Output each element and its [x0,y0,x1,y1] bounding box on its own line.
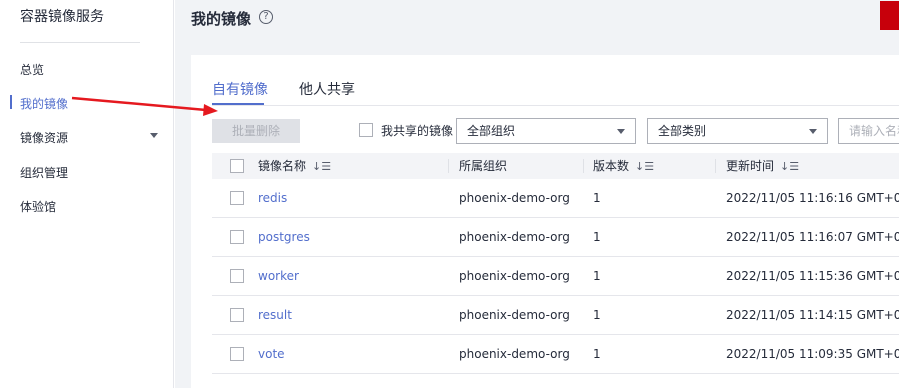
help-icon[interactable]: ? [259,10,273,24]
column-separator [583,159,584,173]
image-updated: 2022/11/05 11:16:16 GMT+08:00 [726,191,899,205]
page-header: 我的镜像 ? [175,0,899,36]
image-name-link[interactable]: redis [258,179,287,217]
chevron-down-icon[interactable] [150,133,158,138]
sidebar: 容器镜像服务 总览 我的镜像 镜像资源 组织管理 体验馆 [0,0,174,388]
tab-own-images[interactable]: 自有镜像 [212,79,268,99]
sidebar-item-my-images[interactable]: 我的镜像 [20,95,68,112]
create-button[interactable] [880,1,899,30]
image-versions: 1 [593,269,601,283]
column-header-name[interactable]: 镜像名称 ↓☰ [258,153,331,179]
image-name-link[interactable]: worker [258,257,299,295]
tab-shared-by-others[interactable]: 他人共享 [299,79,355,99]
sidebar-item-org-management[interactable]: 组织管理 [20,164,68,181]
active-tab-underline [212,103,264,105]
content-card: 自有镜像 他人共享 批量删除 我共享的镜像 全部组织 全部类别 请输入名称 镜像… [191,55,899,388]
image-updated: 2022/11/05 11:09:35 GMT+08:00 [726,347,899,361]
chevron-down-icon [617,129,625,134]
sidebar-item-overview[interactable]: 总览 [20,61,44,78]
table-row: postgres phoenix-demo-org 1 2022/11/05 1… [212,218,899,257]
image-updated: 2022/11/05 11:14:15 GMT+08:00 [726,308,899,322]
column-separator [448,159,449,173]
row-checkbox[interactable] [230,230,244,244]
column-header-org: 所属组织 [459,159,508,173]
type-select-value: 全部类别 [658,124,707,138]
image-name-link[interactable]: postgres [258,218,310,256]
table-row: result phoenix-demo-org 1 2022/11/05 11:… [212,296,899,335]
my-shared-checkbox[interactable] [359,123,373,137]
image-updated: 2022/11/05 11:16:07 GMT+08:00 [726,230,899,244]
row-checkbox[interactable] [230,269,244,283]
chevron-down-icon [809,129,817,134]
image-org: phoenix-demo-org [459,308,570,322]
search-input[interactable]: 请输入名称 [838,118,899,144]
sidebar-item-experience-hall[interactable]: 体验馆 [20,198,56,215]
table-row: worker phoenix-demo-org 1 2022/11/05 11:… [212,257,899,296]
image-versions: 1 [593,191,601,205]
my-shared-label: 我共享的镜像 [381,124,454,138]
image-org: phoenix-demo-org [459,230,570,244]
image-org: phoenix-demo-org [459,269,570,283]
column-header-versions[interactable]: 版本数 ↓☰ [593,153,654,179]
service-title: 容器镜像服务 [20,9,104,25]
row-checkbox[interactable] [230,347,244,361]
select-all-checkbox[interactable] [230,159,244,173]
sidebar-divider [20,42,140,43]
type-select[interactable]: 全部类别 [647,118,828,144]
active-indicator [10,95,12,109]
sidebar-item-image-resources[interactable]: 镜像资源 [20,129,68,146]
image-name-link[interactable]: result [258,296,292,334]
image-org: phoenix-demo-org [459,347,570,361]
batch-delete-button[interactable]: 批量删除 [212,119,300,143]
page-title: 我的镜像 [191,10,252,28]
image-versions: 1 [593,230,601,244]
main-area: 我的镜像 ? 自有镜像 他人共享 批量删除 我共享的镜像 全部组织 全部类别 请… [175,0,899,388]
table-row: redis phoenix-demo-org 1 2022/11/05 11:1… [212,179,899,218]
sort-icon[interactable]: ↓☰ [635,160,654,173]
image-versions: 1 [593,308,601,322]
table-header: 镜像名称 ↓☰ 所属组织 版本数 ↓☰ 更新时间 ↓☰ [212,153,899,179]
image-updated: 2022/11/05 11:15:36 GMT+08:00 [726,269,899,283]
column-header-updated[interactable]: 更新时间 ↓☰ [726,153,799,179]
row-checkbox[interactable] [230,191,244,205]
image-versions: 1 [593,347,601,361]
image-name-link[interactable]: vote [258,335,285,373]
sort-icon[interactable]: ↓☰ [780,160,799,173]
org-select[interactable]: 全部组织 [456,118,636,144]
tabs-divider [212,105,899,106]
table-row: vote phoenix-demo-org 1 2022/11/05 11:09… [212,335,899,374]
org-select-value: 全部组织 [467,124,516,138]
row-checkbox[interactable] [230,308,244,322]
column-separator [715,159,716,173]
image-org: phoenix-demo-org [459,191,570,205]
sort-icon[interactable]: ↓☰ [312,160,331,173]
